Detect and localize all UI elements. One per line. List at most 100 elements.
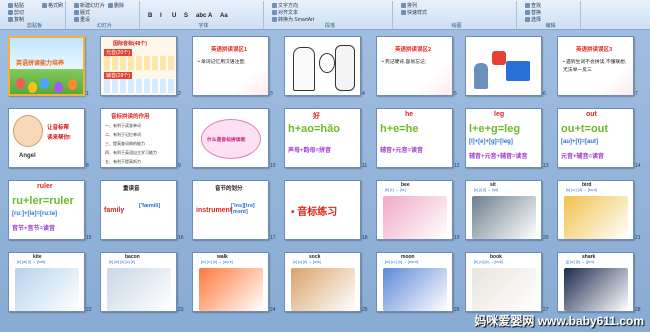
slide-number: 10: [270, 163, 276, 169]
ribbon-button[interactable]: I: [160, 13, 162, 19]
kid-figure: [28, 82, 37, 93]
slide-number: 15: [86, 235, 92, 241]
slide-thumbnail[interactable]: ruler ru+ler=ruler [ru:]+[lə]=[ru:lə] 音节+音节…: [8, 180, 85, 240]
slide-thumbnail[interactable]: moon [m] [u:] [n] → [mu:n]: [376, 252, 453, 312]
slide-title: 音标拼读的作用: [111, 114, 150, 120]
list-item: 五、有利于提高听力: [105, 159, 141, 164]
ribbon-button[interactable]: 排列: [401, 3, 417, 9]
ribbon-button[interactable]: B: [148, 13, 152, 19]
slide-number: 18: [362, 235, 368, 241]
ribbon-button[interactable]: 快速样式: [401, 10, 427, 16]
ribbon-button[interactable]: 版式: [74, 10, 90, 16]
cartoon-figure: [335, 45, 355, 91]
slide-title: 英语拼读能力培养: [16, 61, 65, 67]
ribbon-group: 文字方向 对齐文本 转换为 SmartArt 段落: [268, 1, 393, 29]
slide-thumbnail[interactable]: 英语拼读能力培养: [8, 36, 85, 96]
ribbon-button[interactable]: 格式刷: [42, 3, 63, 9]
slide-thumbnail[interactable]: [465, 36, 542, 96]
kid-figure: [68, 79, 77, 90]
slide-number: 24: [270, 307, 276, 313]
example-ipa: [k] [ai] [t] → [kait]: [17, 260, 46, 264]
slide-thumbnail[interactable]: leg l+e+g=leg [l]+[e]+[g]=[leg] 辅音+元音+辅音=读音: [465, 108, 542, 168]
formula-title: leg: [494, 111, 505, 118]
slide-thumbnail[interactable]: 好 h+ao=hǎo 声母+韵母=拼音: [284, 108, 361, 168]
ribbon-button[interactable]: 文字方向: [272, 3, 298, 9]
ribbon-button-label: 粘贴: [14, 3, 25, 9]
formula-ipa: [ru:]+[lə]=[ru:lə]: [12, 211, 57, 217]
slide-number: 16: [178, 235, 184, 241]
formula-title: 好: [313, 113, 320, 120]
ribbon-button[interactable]: S: [184, 13, 188, 19]
slide-title: 什么是音标拼读呢: [207, 138, 246, 143]
slide-thumbnail[interactable]: sit [s] [i] [t] → [sit]: [465, 180, 542, 240]
block-icon: [506, 61, 530, 81]
cartoon-face: [319, 53, 335, 73]
slide-thumbnail[interactable]: walk [w] [ɔ:] [k] → [wɔ:k]: [192, 252, 269, 312]
ribbon-button-label: S: [184, 13, 189, 19]
slide-thumbnail[interactable]: sock [s] [ɔ] [k] → [sɔk]: [284, 252, 361, 312]
slide-title: 重读音: [123, 186, 140, 192]
ribbon-button[interactable]: U: [172, 13, 176, 19]
ribbon-button-icon: [42, 3, 47, 8]
slide-thumbnail[interactable]: bird [b] [ə:] [d] → [bə:d]: [557, 180, 634, 240]
ribbon-button-icon: [74, 3, 79, 8]
slide-thumbnail[interactable]: 国际音标(48个) 元音(20个) 辅音(28个): [100, 36, 177, 96]
slide-thumbnail[interactable]: 英语拼读误区1 • 单词记忆用汉语注音;: [192, 36, 269, 96]
slide-thumbnail[interactable]: shark [ʃ] [ɑ:] [k] → [ʃɑ:k]: [557, 252, 634, 312]
ribbon-button[interactable]: 对齐文本: [272, 10, 298, 16]
ribbon-button[interactable]: 新建幻灯片: [74, 3, 105, 9]
angel-face: [13, 115, 43, 147]
angel-name: Angel: [19, 153, 36, 159]
ribbon-button-label: 删除: [114, 3, 125, 9]
slide-title: 英语拼读误区3: [576, 47, 613, 53]
ribbon-button-label: 查找: [531, 3, 542, 9]
example-ipa: [b] [u] [k] → [buk]: [474, 260, 503, 264]
slide-picture: [199, 268, 263, 311]
slide-thumbnail[interactable]: 音标拼读的作用 一、有利于读准单词 二、有利于记忆单词 三、提高查词典的能力 四、有利于…: [100, 108, 177, 168]
slide-number: 11: [362, 163, 368, 169]
slide-thumbnail[interactable]: out ou+t=out [au]+[t]=[aut] 元音+辅音=读音: [557, 108, 634, 168]
slide-sorter: 英语拼读能力培养 1 国际音标(48个) 元音(20个) 辅音(28个) 2 英语拼读误区1…: [0, 30, 650, 332]
formula: ou+t=out: [561, 123, 609, 135]
example-ipa: ['fæmili]: [139, 203, 161, 209]
list-item: 一、有利于读准单词: [105, 123, 141, 128]
ribbon-group: 粘贴 剪切 复制 格式刷 剪贴板: [4, 1, 66, 29]
ribbon-button[interactable]: Aa: [220, 13, 228, 19]
ribbon-button[interactable]: 删除: [108, 3, 124, 9]
slide-thumbnail[interactable]: book [b] [u] [k] → [buk]: [465, 252, 542, 312]
formula-title: out: [586, 111, 597, 118]
slide-thumbnail[interactable]: Angel 让音标帮 读来帮你!: [8, 108, 85, 168]
ribbon-button[interactable]: 剪切: [8, 10, 24, 16]
slide-thumbnail[interactable]: kite [k] [ai] [t] → [kait]: [8, 252, 85, 312]
ribbon-button-icon: [8, 3, 13, 8]
slide-thumbnail[interactable]: 英语拼读误区2 • 死记硬背,容易忘记;: [376, 36, 453, 96]
ribbon-button[interactable]: 查找: [525, 3, 541, 9]
slide-text: 让音标帮: [47, 125, 70, 131]
slide-thumbnail[interactable]: bee [b] [i:] → [bi:]: [376, 180, 453, 240]
slide-thumbnail[interactable]: bacon [b] [ei] [k] [ə] [n]: [100, 252, 177, 312]
ribbon-group-label: 编辑: [545, 23, 556, 29]
slide-thumbnail[interactable]: • 音标练习: [284, 180, 361, 240]
section-label: 辅音(28个): [104, 72, 132, 79]
slide-thumbnail[interactable]: [284, 36, 361, 96]
slide-body: • 遇到生词不会拼读,不懂联想,无法举一反三: [563, 60, 627, 73]
ribbon-button-label: 格式刷: [48, 3, 64, 9]
ribbon-button[interactable]: abc: [196, 13, 206, 19]
formula: h+ao=hǎo: [288, 123, 340, 135]
example-word: instrument: [196, 207, 233, 214]
ribbon-button[interactable]: 替换: [525, 10, 541, 16]
ribbon-button[interactable]: 粘贴: [8, 3, 24, 9]
slide-thumbnail[interactable]: he h+e=he 辅音+元音=读音: [376, 108, 453, 168]
slide-number: 23: [178, 307, 184, 313]
watermark: 妈咪爱婴网 www.baby611.com: [474, 314, 644, 328]
slide-thumbnail[interactable]: 音节的划分 instrument ['ins][trə][mənt]: [192, 180, 269, 240]
ribbon-button-icon: [8, 10, 13, 15]
kid-figure: [40, 78, 49, 89]
ribbon-button-icon: [401, 3, 406, 8]
example-ipa: [b] [ə:] [d] → [bə:d]: [566, 188, 598, 192]
slide-picture: [291, 268, 355, 311]
slide-thumbnail[interactable]: 英语拼读误区3 • 遇到生词不会拼读,不懂联想,无法举一反三: [557, 36, 634, 96]
ribbon-button[interactable]: A: [208, 13, 212, 19]
slide-thumbnail[interactable]: 重读音 family ['fæmili]: [100, 180, 177, 240]
slide-thumbnail[interactable]: 什么是音标拼读呢: [192, 108, 269, 168]
